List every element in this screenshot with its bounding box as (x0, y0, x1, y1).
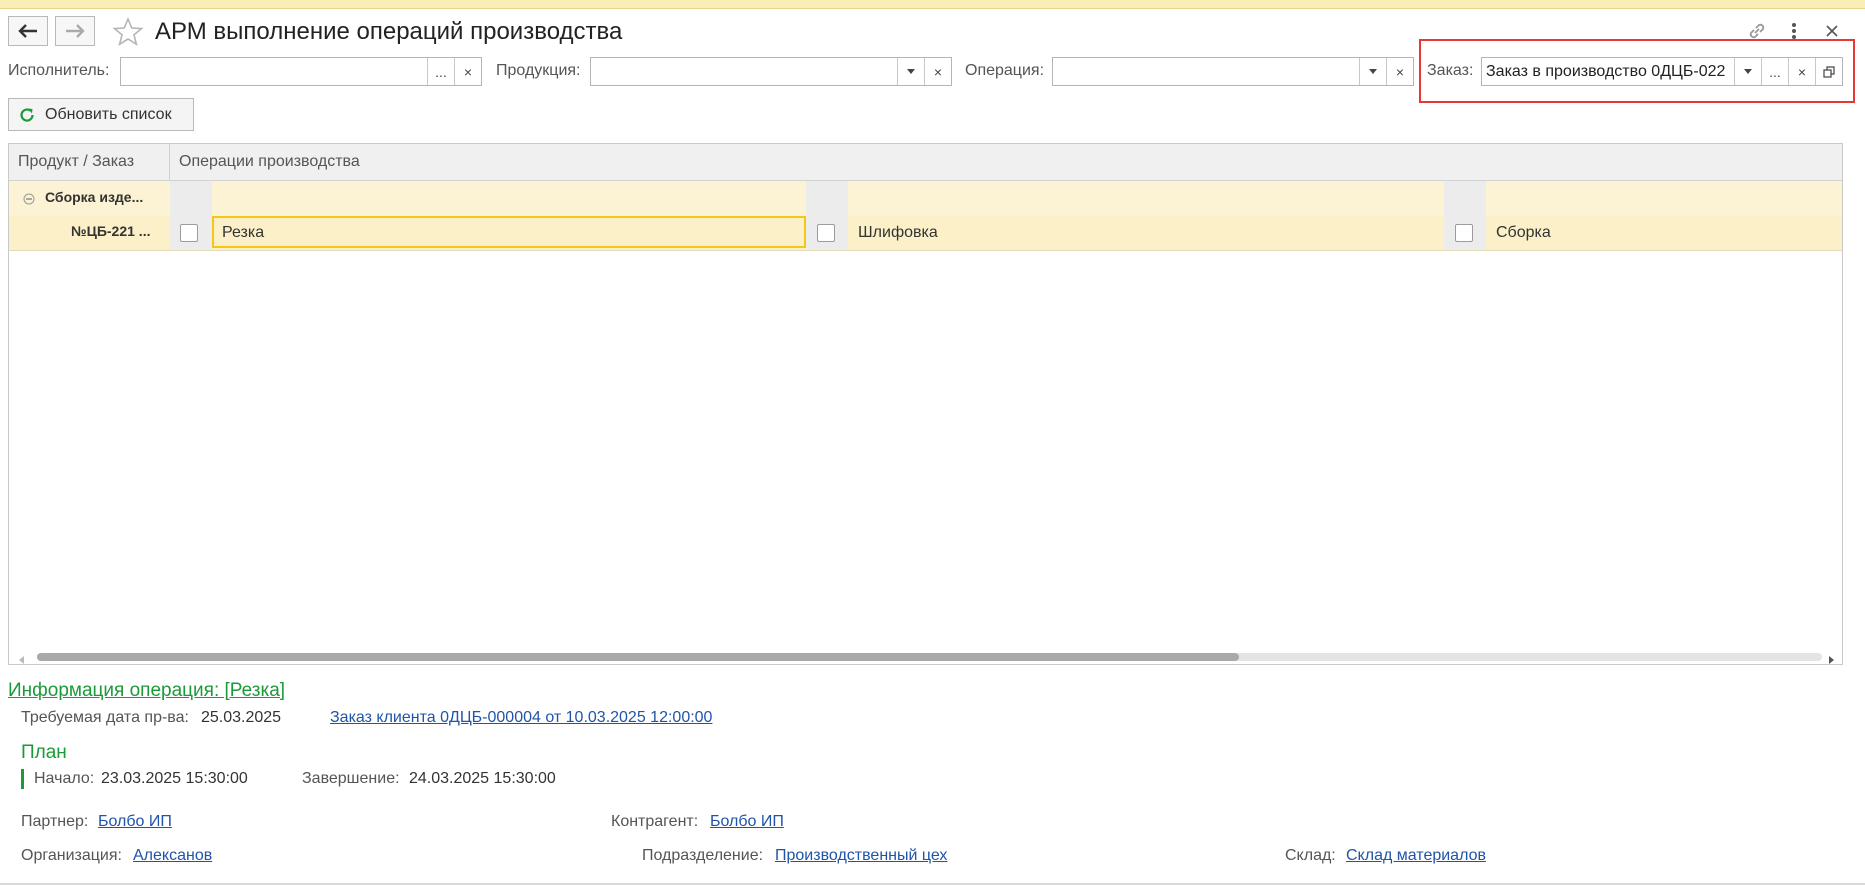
operation-field[interactable]: × (1052, 57, 1414, 86)
arrow-right-icon (66, 24, 85, 38)
group-label: Сборка изде... (45, 189, 144, 205)
operation-info-title[interactable]: Информация операция: [Резка] (8, 680, 285, 702)
product-dropdown-button[interactable] (897, 58, 924, 85)
refresh-list-label: Обновить список (45, 105, 172, 123)
top-notification-strip (0, 0, 1865, 9)
counterparty-link[interactable]: Болбо ИП (710, 813, 784, 831)
required-date-value: 25.03.2025 (201, 709, 282, 726)
organization-link[interactable]: Алексанов (133, 847, 212, 865)
warehouse-label: Склад: (1285, 847, 1336, 864)
executor-choose-button[interactable]: ... (427, 58, 454, 85)
favorite-star-icon[interactable] (112, 16, 144, 48)
operation-cut-cell[interactable]: Резка (212, 216, 806, 248)
organization-label: Организация: (21, 847, 122, 864)
order-row-label: №ЦБ-221 ... (71, 223, 151, 239)
operation-grind-cell[interactable]: Шлифовка (850, 218, 1444, 248)
row-spacer (806, 181, 848, 216)
arrow-left-icon (18, 24, 37, 38)
operation-clear-button[interactable]: × (1386, 58, 1413, 85)
operation-value[interactable] (1053, 58, 1359, 85)
executor-label: Исполнитель: (8, 62, 110, 79)
warehouse-link[interactable]: Склад материалов (1346, 847, 1486, 865)
operation-label: Операция: (965, 62, 1045, 79)
dropdown-arrow-icon (1369, 69, 1377, 74)
required-date-label: Требуемая дата пр-ва: (21, 709, 189, 726)
collapse-group-icon[interactable] (23, 192, 35, 205)
grid-header: Продукт / Заказ Операции производства (9, 144, 1842, 181)
executor-field[interactable]: ... × (120, 57, 482, 86)
operation-dropdown-button[interactable] (1359, 58, 1386, 85)
row-spacer (1444, 181, 1486, 216)
product-value[interactable] (591, 58, 897, 85)
order-row[interactable]: №ЦБ-221 ... Резка Шлифовка Сборка (9, 216, 1842, 251)
order-field-annotation-box (1419, 39, 1855, 103)
partner-label: Партнер: (21, 813, 89, 830)
department-label: Подразделение: (642, 847, 764, 864)
partner-link[interactable]: Болбо ИП (98, 813, 172, 831)
client-order-link[interactable]: Заказ клиента 0ДЦБ-000004 от 10.03.2025 … (330, 709, 712, 727)
refresh-list-button[interactable]: Обновить список (8, 98, 194, 131)
product-field[interactable]: × (590, 57, 952, 86)
plan-end-value: 24.03.2025 15:30:00 (409, 770, 556, 787)
operation-assembly-cell[interactable]: Сборка (1488, 218, 1842, 248)
scroll-right-icon[interactable] (1828, 651, 1834, 669)
counterparty-label: Контрагент: (611, 813, 699, 830)
operation-assembly-checkbox[interactable] (1455, 224, 1473, 242)
operation-grind-checkbox[interactable] (817, 224, 835, 242)
row-spacer (170, 181, 212, 216)
plan-start-label: Начало: (34, 770, 95, 787)
page-title: АРМ выполнение операций производства (155, 18, 623, 45)
executor-value[interactable] (121, 58, 427, 85)
plan-end-label: Завершение: (302, 770, 400, 787)
product-label: Продукция: (496, 62, 581, 79)
group-row[interactable]: Сборка изде... (9, 181, 1842, 216)
dropdown-arrow-icon (907, 69, 915, 74)
column-header-operations[interactable]: Операции производства (170, 144, 1842, 180)
product-clear-button[interactable]: × (924, 58, 951, 85)
scroll-left-icon[interactable] (19, 651, 25, 669)
plan-title: План (21, 742, 67, 763)
column-header-product-order[interactable]: Продукт / Заказ (9, 144, 170, 180)
operations-grid[interactable]: Продукт / Заказ Операции производства Сб… (8, 143, 1843, 665)
forward-button[interactable] (55, 16, 95, 46)
horizontal-scrollbar[interactable] (9, 648, 1842, 664)
department-link[interactable]: Производственный цех (775, 847, 947, 865)
scrollbar-thumb[interactable] (37, 653, 1239, 661)
operation-cut-checkbox[interactable] (180, 224, 198, 242)
executor-clear-button[interactable]: × (454, 58, 481, 85)
plan-start-value: 23.03.2025 15:30:00 (101, 770, 248, 787)
back-button[interactable] (8, 16, 48, 46)
plan-accent-bar (21, 769, 24, 789)
refresh-icon (20, 107, 34, 122)
